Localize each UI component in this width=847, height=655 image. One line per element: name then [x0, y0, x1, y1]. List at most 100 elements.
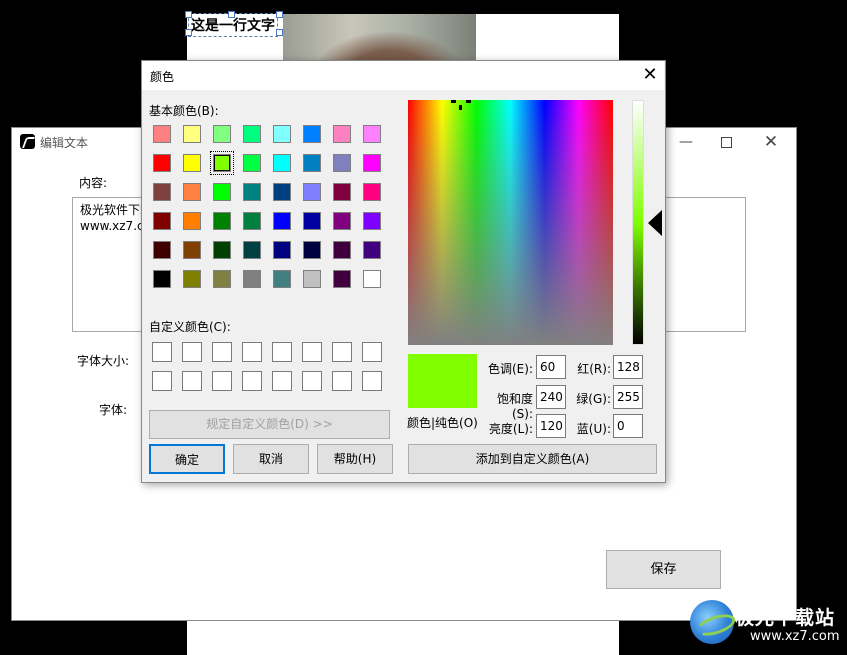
basic-color-swatch[interactable]	[153, 241, 171, 259]
basic-color-swatch[interactable]	[213, 241, 231, 259]
basic-color-swatch[interactable]	[243, 183, 261, 201]
ok-button[interactable]: 确定	[149, 444, 225, 474]
red-field[interactable]: 128	[613, 355, 643, 379]
basic-color-swatch[interactable]	[243, 154, 261, 172]
watermark-url: www.xz7.com	[750, 629, 840, 644]
green-field[interactable]: 255	[613, 385, 643, 409]
basic-color-swatch[interactable]	[210, 151, 234, 175]
basic-color-swatch[interactable]	[333, 270, 351, 288]
saturation-label: 饱和度(S):	[496, 392, 533, 421]
basic-color-swatch[interactable]	[243, 125, 261, 143]
basic-color-swatch[interactable]	[363, 154, 381, 172]
basic-color-swatch[interactable]	[363, 212, 381, 230]
basic-color-swatch[interactable]	[183, 183, 201, 201]
custom-color-slot[interactable]	[332, 342, 352, 362]
basic-color-swatch[interactable]	[273, 183, 291, 201]
basic-color-swatch[interactable]	[213, 183, 231, 201]
basic-color-swatch[interactable]	[183, 270, 201, 288]
basic-color-swatch[interactable]	[333, 241, 351, 259]
custom-color-slot[interactable]	[302, 371, 322, 391]
basic-color-swatch[interactable]	[303, 154, 321, 172]
basic-color-swatch[interactable]	[363, 241, 381, 259]
dialog-close-button[interactable]: ✕	[640, 64, 660, 85]
custom-color-slot[interactable]	[182, 342, 202, 362]
basic-color-swatch[interactable]	[183, 125, 201, 143]
basic-color-swatch[interactable]	[153, 154, 171, 172]
custom-color-slot[interactable]	[302, 342, 322, 362]
luminance-arrow-icon[interactable]	[648, 210, 662, 236]
basic-color-swatch[interactable]	[243, 270, 261, 288]
basic-color-swatch[interactable]	[213, 270, 231, 288]
resize-handle[interactable]	[228, 11, 235, 18]
custom-color-slot[interactable]	[152, 342, 172, 362]
basic-color-swatch[interactable]	[333, 125, 351, 143]
basic-color-swatch[interactable]	[303, 125, 321, 143]
custom-colors-label: 自定义颜色(C):	[149, 320, 231, 334]
basic-color-swatch[interactable]	[363, 270, 381, 288]
basic-color-swatch[interactable]	[273, 212, 291, 230]
blue-label: 蓝(U):	[576, 422, 611, 436]
canvas-photo	[283, 14, 476, 60]
custom-color-slot[interactable]	[272, 342, 292, 362]
basic-color-swatch[interactable]	[243, 212, 261, 230]
basic-color-swatch[interactable]	[213, 212, 231, 230]
basic-color-swatch[interactable]	[303, 183, 321, 201]
help-button[interactable]: 帮助(H)	[317, 444, 393, 474]
save-button[interactable]: 保存	[606, 550, 721, 589]
resize-handle[interactable]	[276, 29, 283, 36]
custom-color-slot[interactable]	[272, 371, 292, 391]
watermark-title: 极光下载站	[735, 607, 836, 629]
basic-color-swatch[interactable]	[333, 212, 351, 230]
custom-color-slot[interactable]	[212, 371, 232, 391]
basic-color-swatch[interactable]	[273, 241, 291, 259]
basic-color-swatch[interactable]	[183, 212, 201, 230]
color-spectrum[interactable]	[408, 100, 613, 345]
basic-color-swatch[interactable]	[153, 270, 171, 288]
basic-color-swatch[interactable]	[303, 241, 321, 259]
dialog-titlebar	[142, 61, 664, 90]
blue-field[interactable]: 0	[613, 414, 643, 438]
basic-color-swatch[interactable]	[243, 241, 261, 259]
close-button[interactable]: ✕	[761, 133, 781, 151]
luminance-slider[interactable]	[632, 100, 644, 345]
custom-color-slot[interactable]	[242, 371, 262, 391]
custom-color-slot[interactable]	[182, 371, 202, 391]
maximize-button[interactable]	[716, 133, 736, 151]
custom-color-slot[interactable]	[362, 342, 382, 362]
basic-color-swatch[interactable]	[303, 270, 321, 288]
window-title: 编辑文本	[40, 136, 89, 150]
basic-color-swatch[interactable]	[213, 125, 231, 143]
basic-color-swatch[interactable]	[273, 125, 291, 143]
custom-color-slot[interactable]	[212, 342, 232, 362]
luminance-label: 亮度(L):	[488, 422, 533, 436]
basic-color-swatch[interactable]	[153, 183, 171, 201]
basic-color-swatch[interactable]	[183, 241, 201, 259]
basic-color-swatch[interactable]	[333, 154, 351, 172]
watermark-logo-icon	[690, 600, 734, 644]
basic-color-swatch[interactable]	[273, 154, 291, 172]
custom-color-slot[interactable]	[242, 342, 262, 362]
dialog-title: 颜色	[150, 70, 175, 84]
resize-handle[interactable]	[276, 11, 283, 18]
spectrum-crosshair-icon[interactable]	[451, 100, 471, 110]
content-label: 内容:	[79, 176, 108, 190]
basic-color-swatch[interactable]	[273, 270, 291, 288]
basic-color-swatch[interactable]	[153, 125, 171, 143]
cancel-button[interactable]: 取消	[233, 444, 309, 474]
add-to-custom-colors-button[interactable]: 添加到自定义颜色(A)	[408, 444, 657, 474]
basic-color-swatch[interactable]	[153, 212, 171, 230]
custom-color-slot[interactable]	[152, 371, 172, 391]
basic-color-swatch[interactable]	[303, 212, 321, 230]
basic-color-swatch[interactable]	[333, 183, 351, 201]
maximize-icon	[720, 137, 732, 148]
basic-color-swatch[interactable]	[183, 154, 201, 172]
basic-color-swatch[interactable]	[363, 125, 381, 143]
custom-color-slot[interactable]	[362, 371, 382, 391]
resize-handle[interactable]	[185, 11, 192, 18]
minimize-button[interactable]: —	[676, 133, 696, 151]
hue-label: 色调(E):	[488, 362, 533, 376]
resize-handle[interactable]	[185, 29, 192, 36]
basic-color-swatch[interactable]	[363, 183, 381, 201]
custom-color-slot[interactable]	[332, 371, 352, 391]
define-custom-colors-button[interactable]: 规定自定义颜色(D) >>	[149, 410, 390, 439]
